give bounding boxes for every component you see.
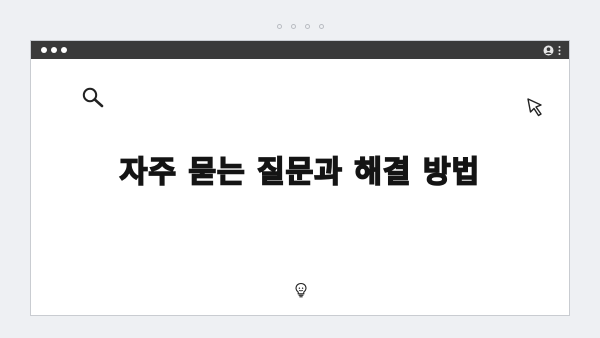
- page-heading: 자주 묻는 질문과 해결 방법: [119, 154, 481, 191]
- search-icon[interactable]: [81, 86, 105, 112]
- slide-indicator: [0, 24, 600, 29]
- window-dot-icon[interactable]: [51, 47, 57, 53]
- slide-indicator-dot[interactable]: [318, 24, 324, 29]
- slide-indicator-dot[interactable]: [276, 24, 282, 29]
- title-bar: [31, 41, 569, 59]
- window-dot-icon[interactable]: [61, 47, 67, 53]
- user-icon[interactable]: [543, 45, 554, 56]
- window-controls: [41, 47, 67, 53]
- slide-indicator-dot[interactable]: [304, 24, 310, 29]
- window-dot-icon[interactable]: [41, 47, 47, 53]
- cursor-arrow-icon: [526, 97, 546, 121]
- browser-window: 자주 묻는 질문과 해결 방법: [30, 40, 570, 316]
- title-bar-actions: [543, 45, 561, 56]
- kebab-menu-icon[interactable]: [558, 45, 561, 56]
- slide-indicator-dot[interactable]: [290, 24, 296, 29]
- lightbulb-icon: [294, 282, 308, 302]
